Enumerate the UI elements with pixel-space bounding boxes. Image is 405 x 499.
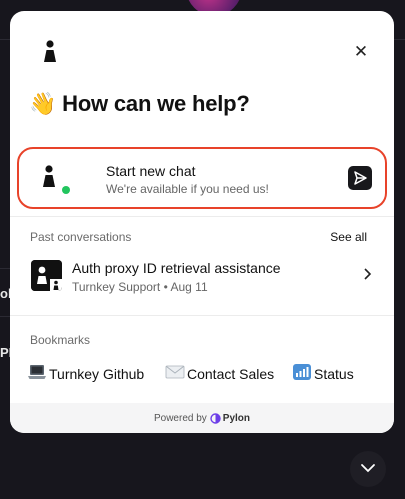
online-status-dot [62,186,70,194]
bar-chart-icon [292,363,312,384]
bookmark-turnkey-github[interactable]: Turnkey Github [27,363,144,384]
widget-launcher-button[interactable] [350,451,386,487]
page-title: 👋 How can we help? [29,91,250,117]
envelope-icon [165,363,185,384]
bookmark-contact-sales[interactable]: Contact Sales [165,363,274,384]
background-text-fragment: PI [0,345,10,360]
bookmark-label: Turnkey Github [49,365,145,382]
past-conversations-label: Past conversations [30,230,132,244]
bookmarks-label: Bookmarks [30,333,91,347]
pylon-logo-icon [210,412,221,424]
turnkey-logo [42,40,58,64]
powered-by-footer: Powered by Pylon [10,403,394,433]
see-all-link[interactable]: See all [330,230,367,244]
background-text-fragment: oli [0,286,10,301]
start-new-chat-button[interactable]: Start new chat We're available if you ne… [17,147,387,209]
conversation-meta: Turnkey Support • Aug 11 [72,280,208,294]
send-icon[interactable] [348,166,372,190]
conversation-row[interactable]: Auth proxy ID retrieval assistance Turnk… [10,251,394,307]
waving-hand-emoji: 👋 [29,91,57,116]
powered-by-text: Powered by [153,412,207,424]
turnkey-avatar [41,165,57,189]
background-divider [0,268,10,269]
chevron-down-icon [360,460,376,478]
new-chat-subtitle: We're available if you need us! [106,182,269,196]
bookmark-label: Status [314,365,354,382]
section-divider [10,216,394,217]
conversation-title: Auth proxy ID retrieval assistance [72,260,281,276]
bookmark-status[interactable]: Status [292,363,354,384]
laptop-icon [27,363,47,384]
heading-text: How can we help? [62,91,250,116]
pylon-brand-link[interactable]: Pylon [210,413,250,424]
new-chat-title: Start new chat [106,163,196,179]
section-divider [10,315,394,316]
background-divider [0,316,10,317]
chevron-right-icon [362,267,372,286]
support-widget-panel: ✕ 👋 How can we help? Start new chat We'r… [10,11,394,433]
conversation-avatar [31,260,62,291]
close-button[interactable]: ✕ [352,43,370,61]
bookmark-label: Contact Sales [187,365,275,382]
brand-name: Pylon [222,412,251,424]
